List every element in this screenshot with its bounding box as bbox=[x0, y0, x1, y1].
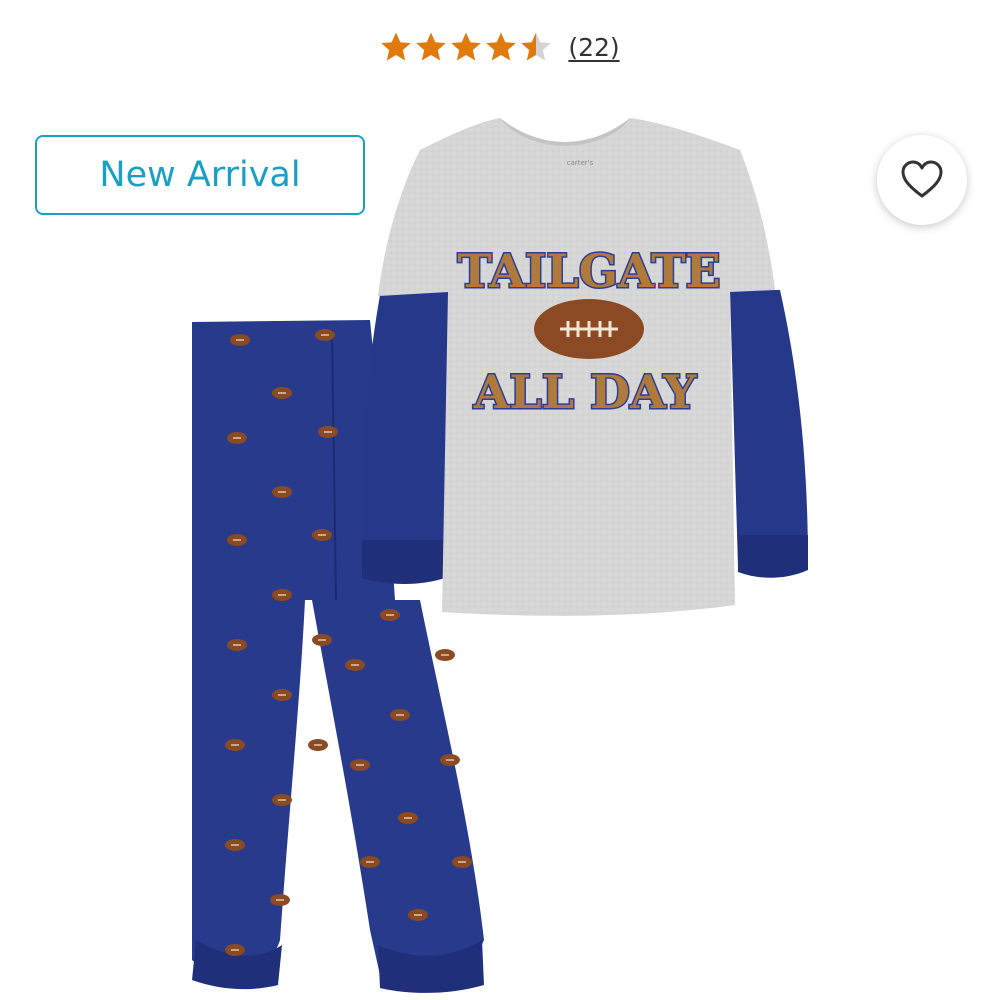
football-print bbox=[397, 811, 419, 825]
football-print bbox=[224, 738, 246, 752]
heart-outline-icon bbox=[901, 160, 943, 198]
football-print bbox=[349, 758, 371, 772]
football-print bbox=[344, 658, 366, 672]
football-print bbox=[271, 386, 293, 400]
football-print bbox=[451, 855, 473, 869]
shirt-tag: carter's bbox=[567, 159, 594, 167]
football-print bbox=[314, 328, 336, 342]
football-print bbox=[269, 893, 291, 907]
football-print bbox=[439, 753, 461, 767]
football-print bbox=[317, 425, 339, 439]
football-print bbox=[307, 738, 329, 752]
shirt-text-line2: ALL DAY bbox=[473, 365, 698, 419]
football-print bbox=[359, 855, 381, 869]
football-print bbox=[271, 688, 293, 702]
football-print bbox=[311, 528, 333, 542]
new-arrival-badge: New Arrival bbox=[35, 135, 365, 215]
football-print bbox=[271, 485, 293, 499]
football-print bbox=[389, 708, 411, 722]
favorite-button[interactable] bbox=[877, 135, 967, 225]
football-print bbox=[407, 908, 429, 922]
football-print bbox=[271, 588, 293, 602]
football-print bbox=[224, 943, 246, 957]
football-print bbox=[271, 793, 293, 807]
football-print bbox=[224, 838, 246, 852]
football-print bbox=[311, 633, 333, 647]
football-print bbox=[229, 333, 251, 347]
football-print bbox=[434, 648, 456, 662]
football-print bbox=[379, 608, 401, 622]
shirt-text-line1: TAILGATE bbox=[457, 244, 720, 298]
football-print bbox=[226, 638, 248, 652]
shirt: carter's TAILGATE ALL DAY bbox=[361, 118, 808, 616]
football-print bbox=[226, 431, 248, 445]
football-print bbox=[226, 533, 248, 547]
